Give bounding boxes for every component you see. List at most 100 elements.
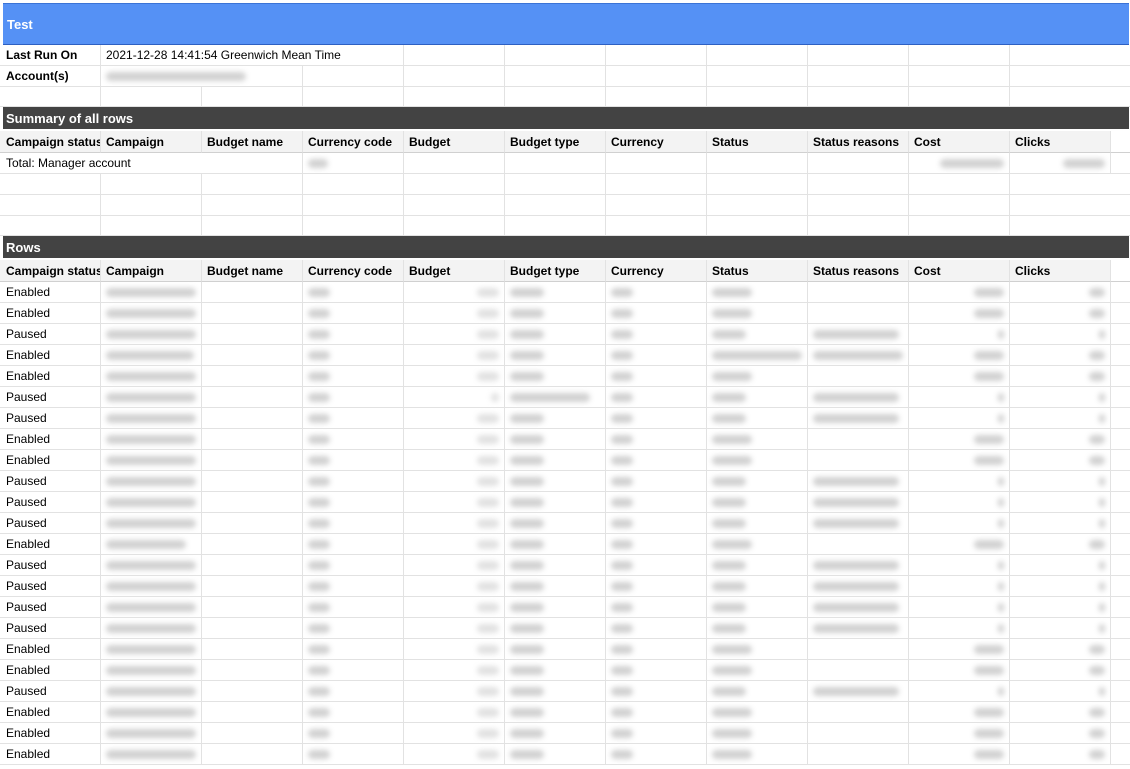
- clicks-cell[interactable]: [1010, 618, 1111, 639]
- currency-cell[interactable]: [606, 639, 707, 660]
- budget-cell[interactable]: [404, 534, 505, 555]
- currency-cell[interactable]: [606, 618, 707, 639]
- currency-code-cell[interactable]: [303, 303, 404, 324]
- cost-cell[interactable]: [909, 744, 1010, 765]
- currency-cell[interactable]: [606, 744, 707, 765]
- status-cell[interactable]: [707, 429, 808, 450]
- status-cell[interactable]: [707, 723, 808, 744]
- campaign-cell[interactable]: [101, 303, 202, 324]
- accounts-value[interactable]: [101, 66, 303, 87]
- status-cell[interactable]: [707, 471, 808, 492]
- column-header[interactable]: Cost: [909, 131, 1010, 153]
- column-header[interactable]: Budget: [404, 131, 505, 153]
- status-cell[interactable]: [707, 408, 808, 429]
- empty-cell[interactable]: [505, 174, 606, 195]
- budget-name-cell[interactable]: [202, 702, 303, 723]
- currency-cell[interactable]: [606, 513, 707, 534]
- status-reasons-cell[interactable]: [808, 618, 909, 639]
- empty-cell[interactable]: [1111, 450, 1130, 471]
- budget-name-cell[interactable]: [202, 429, 303, 450]
- cost-cell[interactable]: [909, 282, 1010, 303]
- budget-type-cell[interactable]: [505, 660, 606, 681]
- budget-type-cell[interactable]: [505, 345, 606, 366]
- status-cell[interactable]: [707, 660, 808, 681]
- empty-cell[interactable]: [202, 174, 303, 195]
- budget-cell[interactable]: [404, 345, 505, 366]
- status-cell[interactable]: [707, 597, 808, 618]
- campaign-cell[interactable]: [101, 744, 202, 765]
- cost-cell[interactable]: [909, 576, 1010, 597]
- status-cell[interactable]: [707, 282, 808, 303]
- currency-cell[interactable]: [606, 303, 707, 324]
- budget-type-cell[interactable]: [505, 387, 606, 408]
- currency-cell[interactable]: [606, 366, 707, 387]
- status-cell[interactable]: [707, 681, 808, 702]
- status-reasons-cell[interactable]: [808, 303, 909, 324]
- budget-type-cell[interactable]: [505, 513, 606, 534]
- currency-code-cell[interactable]: [303, 450, 404, 471]
- empty-cell[interactable]: [707, 216, 808, 236]
- cost-cell[interactable]: [909, 513, 1010, 534]
- cost-cell[interactable]: [909, 681, 1010, 702]
- budget-name-cell[interactable]: [202, 660, 303, 681]
- empty-cell[interactable]: [606, 216, 707, 236]
- campaign-cell[interactable]: [101, 576, 202, 597]
- summary-cost[interactable]: [909, 153, 1010, 174]
- column-header[interactable]: Budget type: [505, 260, 606, 282]
- empty-cell[interactable]: [303, 174, 404, 195]
- budget-type-cell[interactable]: [505, 303, 606, 324]
- budget-cell[interactable]: [404, 660, 505, 681]
- campaign-status-cell[interactable]: Paused: [0, 387, 101, 408]
- empty-cell[interactable]: [303, 66, 404, 87]
- budget-cell[interactable]: [404, 744, 505, 765]
- empty-cell[interactable]: [0, 195, 101, 216]
- currency-code-cell[interactable]: [303, 429, 404, 450]
- budget-name-cell[interactable]: [202, 618, 303, 639]
- budget-cell[interactable]: [404, 513, 505, 534]
- column-header[interactable]: Status reasons: [808, 260, 909, 282]
- budget-type-cell[interactable]: [505, 555, 606, 576]
- column-header[interactable]: Clicks: [1010, 260, 1111, 282]
- campaign-status-cell[interactable]: Enabled: [0, 702, 101, 723]
- empty-cell[interactable]: [1111, 576, 1130, 597]
- column-header[interactable]: Budget type: [505, 131, 606, 153]
- budget-type-cell[interactable]: [505, 408, 606, 429]
- budget-cell[interactable]: [404, 387, 505, 408]
- empty-cell[interactable]: [1111, 702, 1130, 723]
- empty-cell[interactable]: [404, 174, 505, 195]
- campaign-status-cell[interactable]: Paused: [0, 471, 101, 492]
- campaign-status-cell[interactable]: Enabled: [0, 303, 101, 324]
- budget-cell[interactable]: [404, 681, 505, 702]
- status-cell[interactable]: [707, 744, 808, 765]
- budget-type-cell[interactable]: [505, 681, 606, 702]
- cost-cell[interactable]: [909, 492, 1010, 513]
- budget-cell[interactable]: [404, 324, 505, 345]
- status-reasons-cell[interactable]: [808, 681, 909, 702]
- column-header[interactable]: Currency: [606, 260, 707, 282]
- empty-cell[interactable]: [1111, 660, 1130, 681]
- clicks-cell[interactable]: [1010, 702, 1111, 723]
- budget-name-cell[interactable]: [202, 555, 303, 576]
- budget-name-cell[interactable]: [202, 534, 303, 555]
- budget-cell[interactable]: [404, 597, 505, 618]
- currency-cell[interactable]: [606, 282, 707, 303]
- budget-type-cell[interactable]: [505, 492, 606, 513]
- currency-code-cell[interactable]: [303, 660, 404, 681]
- currency-code-cell[interactable]: [303, 387, 404, 408]
- campaign-cell[interactable]: [101, 408, 202, 429]
- campaign-status-cell[interactable]: Enabled: [0, 639, 101, 660]
- currency-cell[interactable]: [606, 723, 707, 744]
- status-reasons-cell[interactable]: [808, 471, 909, 492]
- status-reasons-cell[interactable]: [808, 513, 909, 534]
- currency-cell[interactable]: [606, 345, 707, 366]
- empty-cell[interactable]: [404, 216, 505, 236]
- budget-name-cell[interactable]: [202, 387, 303, 408]
- status-reasons-cell[interactable]: [808, 429, 909, 450]
- currency-cell[interactable]: [606, 534, 707, 555]
- campaign-cell[interactable]: [101, 450, 202, 471]
- budget-cell[interactable]: [404, 450, 505, 471]
- status-cell[interactable]: [707, 492, 808, 513]
- cost-cell[interactable]: [909, 702, 1010, 723]
- budget-type-cell[interactable]: [505, 534, 606, 555]
- empty-cell[interactable]: [909, 195, 1010, 216]
